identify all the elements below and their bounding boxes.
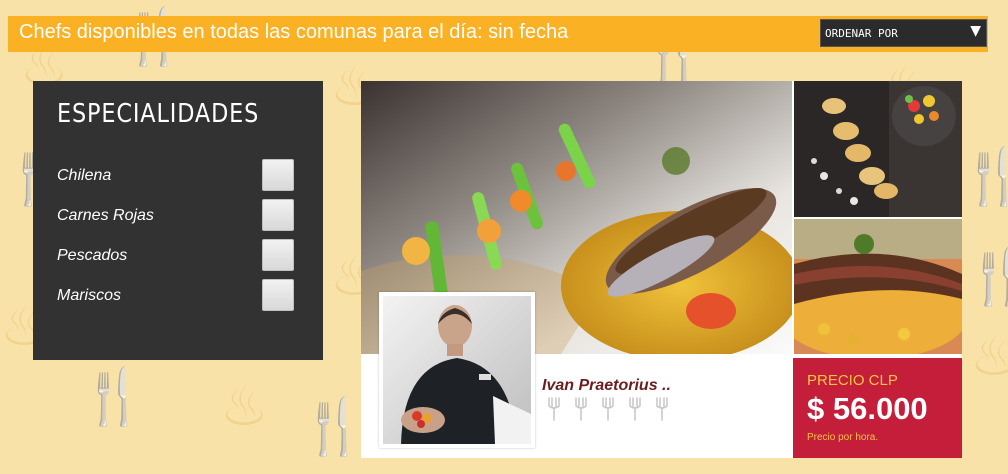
chef-card[interactable]: Ivan Praetorius .. PRECIO CLP $ 56.000 P… [361, 81, 962, 458]
filter-item-mariscos: Mariscos [57, 279, 297, 311]
sort-dropdown-label: ORDENAR POR [825, 27, 898, 40]
header-bar: Chefs disponibles en todas las comunas p… [8, 16, 988, 52]
filter-checkbox-carnes-rojas[interactable] [262, 199, 294, 231]
price-note: Precio por hora. [807, 432, 879, 443]
fork-icon [602, 397, 614, 421]
filter-item-carnes-rojas: Carnes Rojas [57, 199, 297, 231]
dish-photo-fish[interactable] [794, 219, 962, 354]
fork-icon [629, 397, 641, 421]
dish-photo-dessert[interactable] [794, 81, 962, 217]
filter-label: Carnes Rojas [57, 207, 154, 224]
price-label: PRECIO CLP [807, 372, 898, 389]
price-value: $ 56.000 [807, 391, 928, 426]
chef-name[interactable]: Ivan Praetorius .. [542, 377, 671, 395]
rating-forks [547, 397, 677, 423]
fork-icon [656, 397, 668, 421]
filter-label: Pescados [57, 247, 128, 264]
sort-dropdown[interactable]: ORDENAR POR ▼ [820, 19, 987, 47]
specialties-title: ESPECIALIDADES [57, 99, 260, 129]
chef-avatar[interactable] [379, 292, 535, 448]
filter-checkbox-chilena[interactable] [262, 159, 294, 191]
filter-label: Chilena [57, 167, 112, 184]
chevron-down-icon: ▼ [970, 23, 981, 39]
filter-item-chilena: Chilena [57, 159, 297, 191]
fork-icon [548, 397, 560, 421]
filter-item-pescados: Pescados [57, 239, 297, 271]
filter-checkbox-pescados[interactable] [262, 239, 294, 271]
fork-icon [575, 397, 587, 421]
filter-checkbox-mariscos[interactable] [262, 279, 294, 311]
filter-label: Mariscos [57, 287, 122, 304]
specialties-panel: ESPECIALIDADES Chilena Carnes Rojas Pesc… [33, 81, 323, 360]
page-title: Chefs disponibles en todas las comunas p… [19, 21, 569, 43]
price-box: PRECIO CLP $ 56.000 Precio por hora. [793, 358, 962, 458]
